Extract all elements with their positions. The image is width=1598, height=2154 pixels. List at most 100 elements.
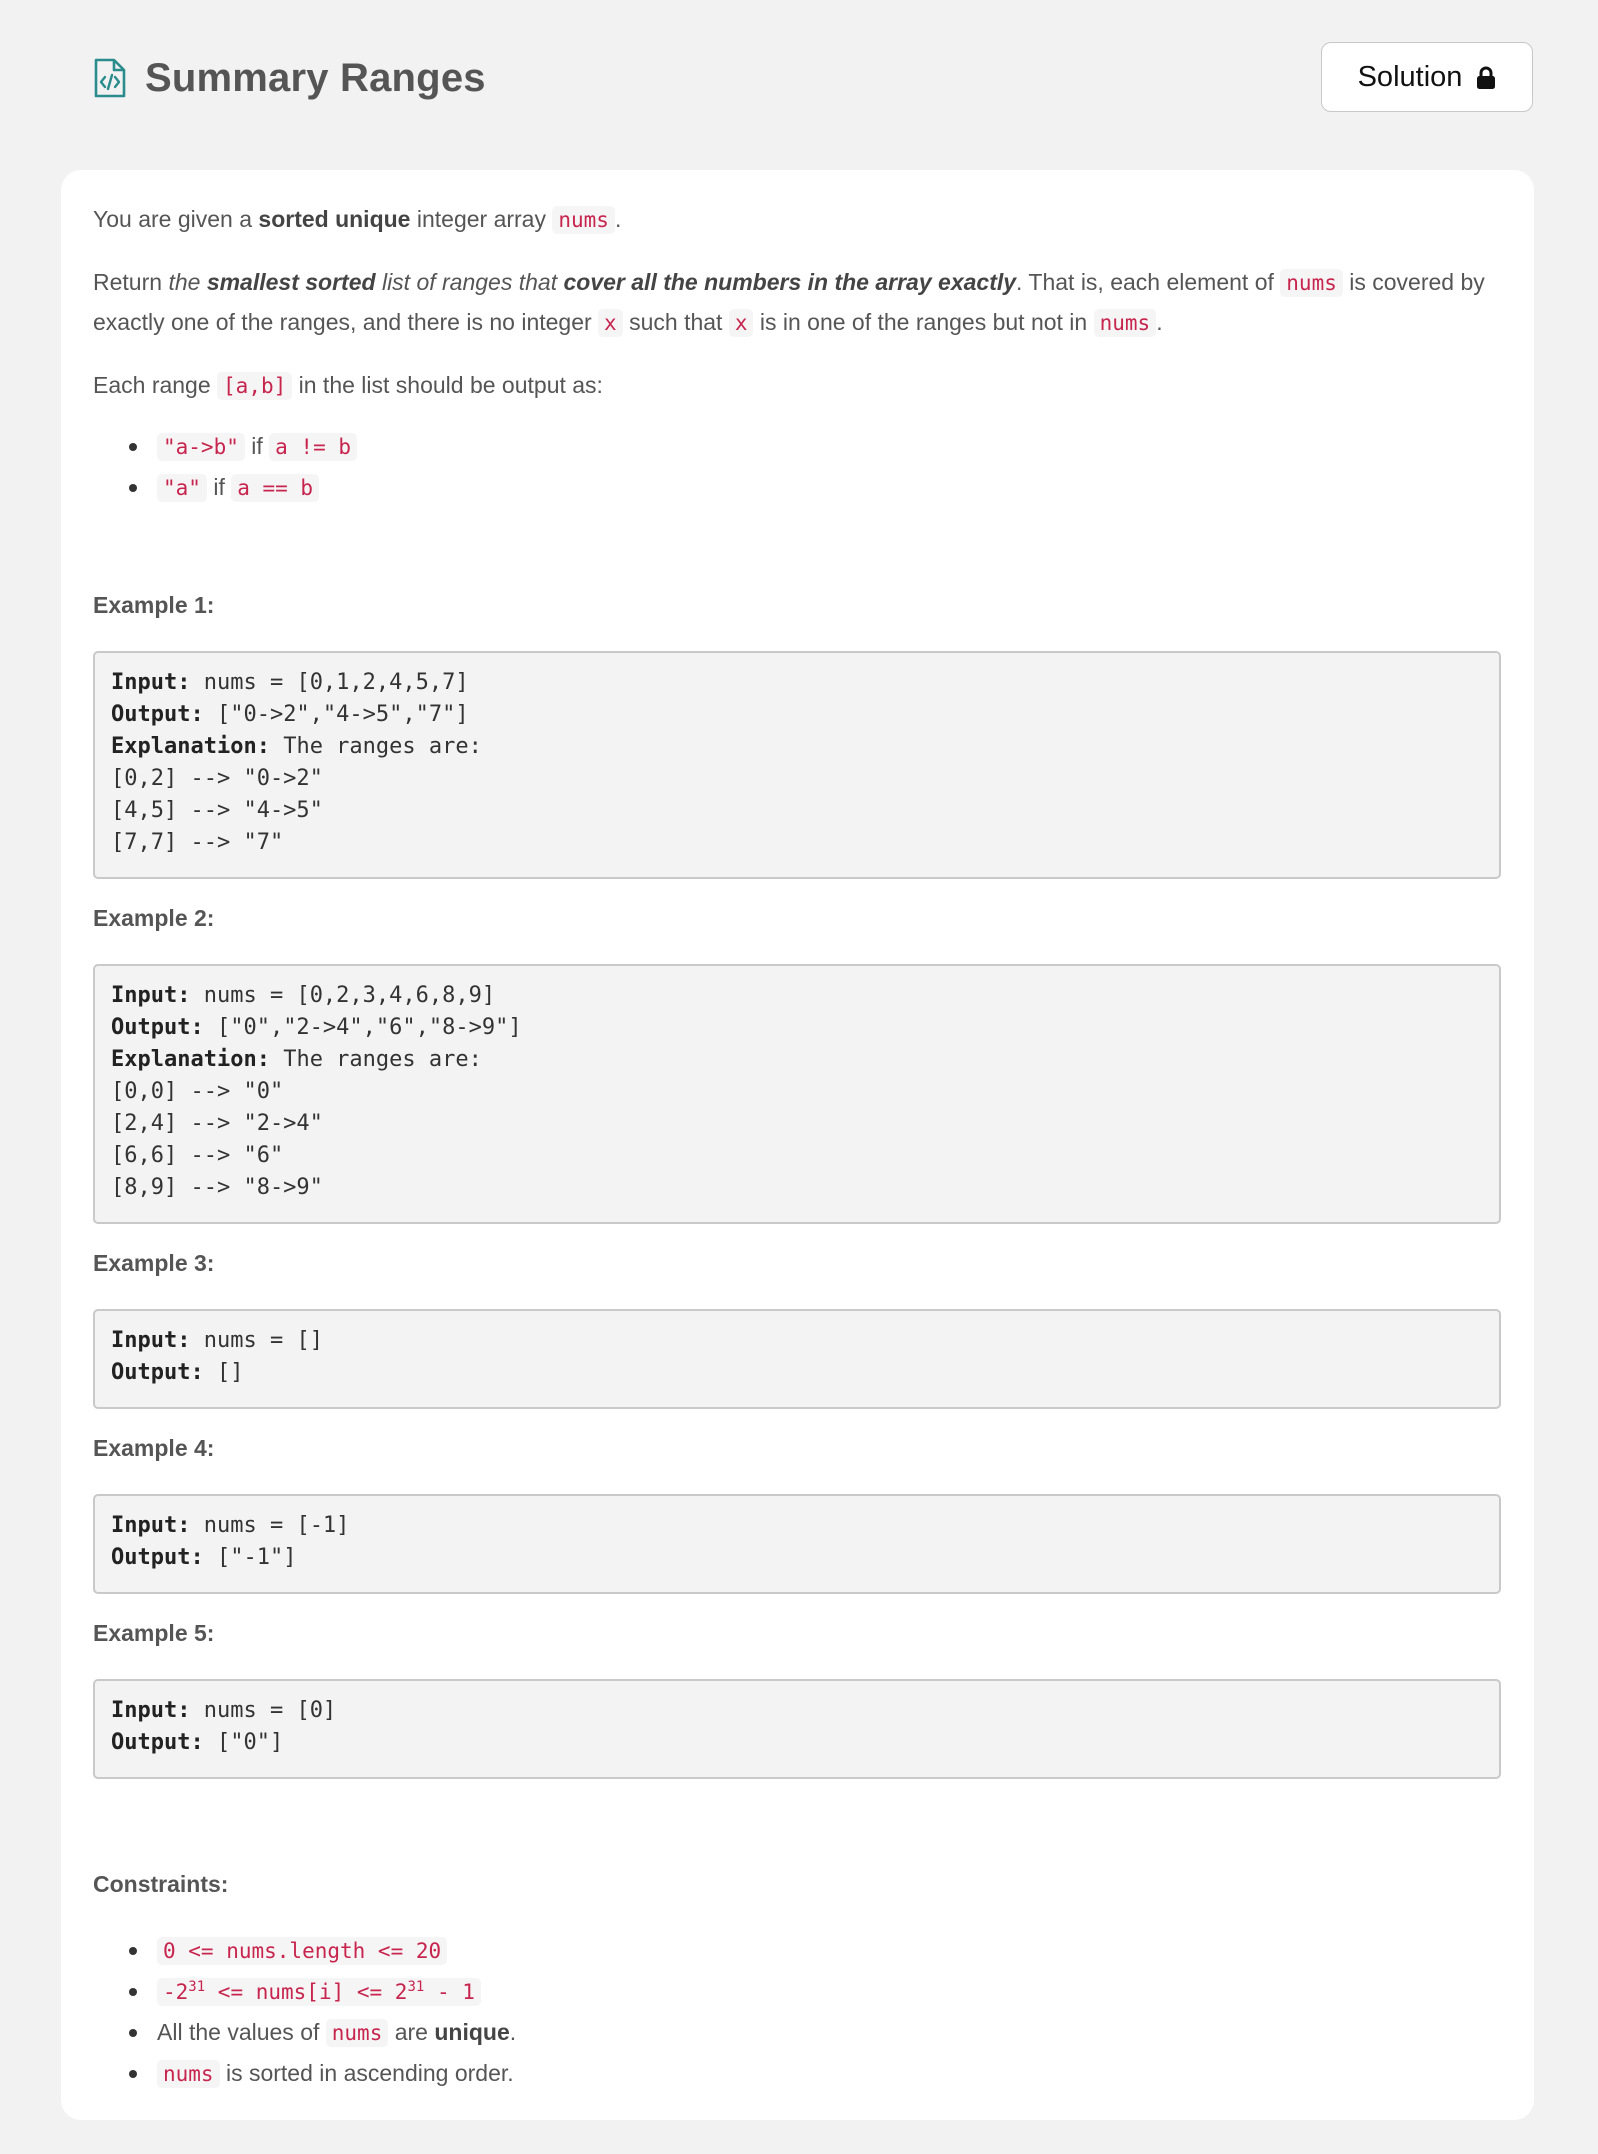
explanation-line: [6,6] --> "6" [111, 1143, 284, 1168]
constraints-list: 0 <= nums.length <= 20 -231 <= nums[i] <… [93, 1930, 1501, 2094]
page-title: Summary Ranges [145, 56, 486, 100]
example-4-block: Input: nums = [-1] Output: ["-1"] [93, 1494, 1501, 1594]
inline-code: a != b [269, 433, 357, 461]
inline-code: nums [325, 2019, 389, 2047]
inline-code: nums [1280, 269, 1343, 297]
inline-code: x [598, 309, 623, 337]
input-label: Input: [111, 1513, 191, 1538]
text: . [614, 206, 622, 232]
example-input: nums = [] [190, 1328, 323, 1353]
problem-task: Return the smallest sorted list of range… [93, 263, 1501, 343]
emphasis: unique [434, 2019, 510, 2045]
header: Summary Ranges Solution [93, 42, 1533, 114]
example-3-label: Example 3: [93, 1250, 215, 1276]
text: is in one of the ranges but not in [753, 309, 1094, 335]
example-1-block: Input: nums = [0,1,2,4,5,7] Output: ["0-… [93, 651, 1501, 879]
text: You are given a [93, 206, 259, 232]
list-item: nums is sorted in ascending order. [93, 2053, 1501, 2094]
inline-code: "a->b" [157, 433, 245, 461]
range-format-intro: Each range [a,b] in the list should be o… [93, 366, 1501, 406]
output-label: Output: [111, 1545, 204, 1570]
text: if [206, 474, 232, 500]
range-format-list: "a->b" if a != b "a" if a == b [93, 426, 1501, 508]
inline-code: nums [157, 2060, 220, 2088]
list-item: All the values of nums are unique. [93, 2012, 1501, 2053]
example-5-block: Input: nums = [0] Output: ["0"] [93, 1679, 1501, 1779]
example-output: [] [203, 1360, 244, 1385]
text: such that [622, 309, 729, 335]
emphasis: smallest sorted [206, 269, 376, 295]
superscript: 31 [188, 1979, 206, 1995]
text: are [388, 2019, 435, 2045]
text: Each range [93, 372, 218, 398]
code-file-icon [93, 58, 126, 98]
output-label: Output: [111, 702, 204, 727]
inline-code: nums [552, 206, 615, 234]
text: if [244, 433, 270, 459]
example-2-label: Example 2: [93, 905, 215, 931]
example-input: nums = [-1] [190, 1513, 350, 1538]
example-1-label: Example 1: [93, 592, 215, 618]
problem-card: You are given a sorted unique integer ar… [61, 170, 1534, 2120]
example-output: ["-1"] [203, 1545, 297, 1570]
emphasis: cover all the numbers in the array exact… [563, 269, 1017, 295]
constraints-label: Constraints: [93, 1871, 229, 1897]
explanation-label: Explanation: [111, 1047, 270, 1072]
superscript: 31 [407, 1979, 425, 1995]
problem-content: You are given a sorted unique integer ar… [93, 200, 1501, 2094]
inline-code: x [728, 309, 754, 337]
example-2-block: Input: nums = [0,2,3,4,6,8,9] Output: ["… [93, 964, 1501, 1224]
inline-code: "a" [157, 474, 207, 502]
text: . [509, 2019, 517, 2045]
solution-button-label: Solution [1357, 60, 1463, 93]
output-label: Output: [111, 1730, 204, 1755]
inline-code: -231 <= nums[i] <= 231 - 1 [157, 1978, 481, 2006]
problem-intro: You are given a sorted unique integer ar… [93, 200, 1501, 240]
example-input: nums = [0,2,3,4,6,8,9] [190, 983, 496, 1008]
example-3-block: Input: nums = [] Output: [] [93, 1309, 1501, 1409]
example-output: ["0","2->4","6","8->9"] [203, 1015, 522, 1040]
emphasis: sorted unique [258, 206, 411, 232]
example-4-label: Example 4: [93, 1435, 215, 1461]
text: . That is, each element of [1016, 269, 1281, 295]
example-explanation: The ranges are: [269, 1047, 482, 1072]
example-output: ["0->2","4->5","7"] [203, 702, 469, 727]
example-input: nums = [0,1,2,4,5,7] [190, 670, 469, 695]
input-label: Input: [111, 983, 191, 1008]
solution-button[interactable]: Solution [1321, 42, 1533, 112]
inline-code: 0 <= nums.length <= 20 [157, 1937, 448, 1965]
list-item: "a" if a == b [93, 467, 1501, 508]
inline-code: [a,b] [217, 372, 293, 400]
example-input: nums = [0] [190, 1698, 337, 1723]
explanation-line: [0,2] --> "0->2" [111, 766, 323, 791]
example-output: ["0"] [203, 1730, 284, 1755]
list-item: "a->b" if a != b [93, 426, 1501, 467]
explanation-line: [7,7] --> "7" [111, 830, 284, 855]
italic-text: the [168, 269, 207, 295]
text: integer array [410, 206, 553, 232]
text: -2 [163, 1980, 189, 2004]
text: - 1 [424, 1980, 475, 2004]
text: All the values of [157, 2019, 326, 2045]
italic-text: list of ranges that [375, 269, 564, 295]
inline-code: a == b [231, 474, 320, 502]
output-label: Output: [111, 1360, 204, 1385]
input-label: Input: [111, 1698, 191, 1723]
list-item: -231 <= nums[i] <= 231 - 1 [93, 1971, 1501, 2012]
list-item: 0 <= nums.length <= 20 [93, 1930, 1501, 1971]
output-label: Output: [111, 1015, 204, 1040]
text: <= nums[i] <= 2 [205, 1980, 408, 2004]
text: Return [93, 269, 169, 295]
inline-code: nums [1093, 309, 1157, 337]
input-label: Input: [111, 670, 191, 695]
text: . [1156, 309, 1163, 335]
explanation-label: Explanation: [111, 734, 270, 759]
example-explanation: The ranges are: [269, 734, 482, 759]
explanation-line: [4,5] --> "4->5" [111, 798, 323, 823]
lock-icon [1476, 65, 1496, 89]
input-label: Input: [111, 1328, 191, 1353]
example-5-label: Example 5: [93, 1620, 215, 1646]
text: is sorted in ascending order. [219, 2060, 514, 2086]
explanation-line: [2,4] --> "2->4" [111, 1111, 323, 1136]
explanation-line: [0,0] --> "0" [111, 1079, 284, 1104]
